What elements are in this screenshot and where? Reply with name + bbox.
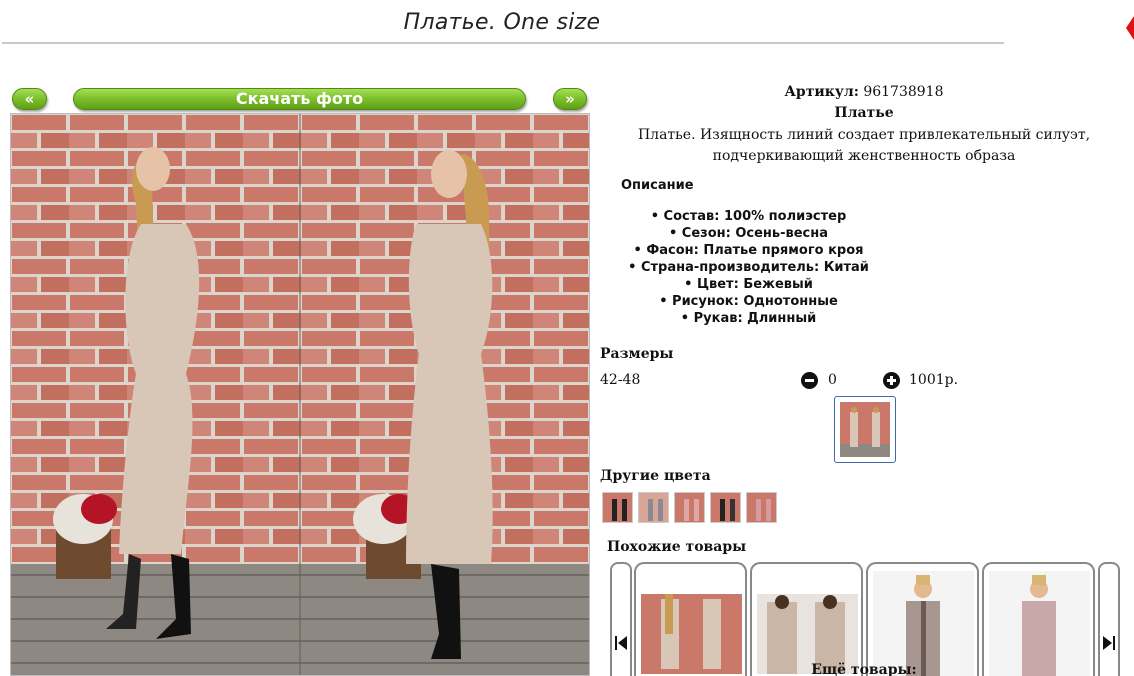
spec-list: Состав: 100% полиэстер Сезон: Осень-весн… <box>596 208 901 327</box>
color-swatch-black[interactable] <box>602 492 633 523</box>
color-swatch-pink[interactable] <box>674 492 705 523</box>
similar-product-card[interactable] <box>750 562 863 676</box>
price-value: 1001р. <box>909 372 959 388</box>
spec-item: Рисунок: Однотонные <box>596 293 901 310</box>
color-swatch-pink[interactable] <box>746 492 777 523</box>
carousel-prev-button[interactable] <box>610 562 632 676</box>
quantity-value: 0 <box>828 372 837 388</box>
sizes-title: Размеры <box>600 346 674 362</box>
selected-photo-thumbnail[interactable] <box>834 396 896 463</box>
other-colors-title: Другие цвета <box>600 468 711 484</box>
prev-photo-button[interactable]: « <box>12 88 47 110</box>
article-label: Артикул: <box>784 84 859 100</box>
plus-circle-icon[interactable] <box>883 372 900 389</box>
product-description: Платье. Изящность линий создает привлека… <box>637 127 1091 164</box>
spec-item: Фасон: Платье прямого кроя <box>596 242 901 259</box>
product-name: Платье <box>834 105 894 121</box>
article-value: 961738918 <box>863 84 944 100</box>
similar-product-card[interactable] <box>982 562 1095 676</box>
spec-item: Рукав: Длинный <box>596 310 901 327</box>
download-photo-button[interactable]: Скачать фото <box>73 88 526 110</box>
minus-circle-icon[interactable] <box>801 372 818 389</box>
size-row: 42-48 0 1001р. <box>600 372 1000 392</box>
color-swatch-grey[interactable] <box>638 492 669 523</box>
title-divider <box>2 42 1004 44</box>
close-icon[interactable] <box>1126 14 1134 42</box>
skip-forward-icon <box>1103 636 1115 650</box>
similar-products-title: Похожие товары <box>607 539 747 555</box>
description-title: Описание <box>621 178 694 193</box>
carousel-next-button[interactable] <box>1098 562 1120 676</box>
spec-item: Цвет: Бежевый <box>596 276 901 293</box>
similar-products-carousel <box>610 562 1132 676</box>
skip-back-icon <box>615 636 627 650</box>
more-products-label: Ещё товары: <box>811 662 917 676</box>
spec-item: Состав: 100% полиэстер <box>596 208 901 225</box>
page-title: Платье. One size <box>403 10 601 35</box>
product-photo[interactable] <box>10 113 590 676</box>
similar-product-card[interactable] <box>866 562 979 676</box>
spec-item: Сезон: Осень-весна <box>596 225 901 242</box>
next-photo-button[interactable]: » <box>553 88 587 110</box>
article-line: Артикул: 961738918 <box>596 84 1132 100</box>
size-label: 42-48 <box>600 372 641 388</box>
similar-product-card[interactable] <box>634 562 747 676</box>
color-swatch-black[interactable] <box>710 492 741 523</box>
spec-item: Страна-производитель: Китай <box>596 259 901 276</box>
